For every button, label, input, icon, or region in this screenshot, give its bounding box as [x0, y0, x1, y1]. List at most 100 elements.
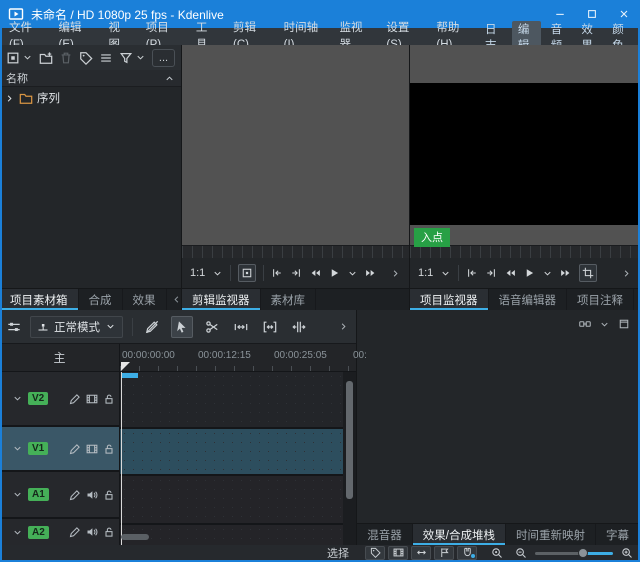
track-tag[interactable]: A2 — [28, 526, 49, 539]
toolbar-overflow-icon[interactable] — [338, 321, 349, 332]
monitor-zoom-level[interactable]: 1:1 — [190, 267, 205, 279]
timeline-tracks-area[interactable] — [120, 372, 356, 545]
lock-icon[interactable] — [103, 489, 115, 501]
bin-item-sequence[interactable]: 序列 — [0, 87, 181, 109]
chevron-down-icon[interactable] — [542, 268, 553, 279]
zone-crop-button[interactable] — [579, 264, 597, 282]
create-folder-button[interactable] — [39, 51, 53, 65]
chevron-down-icon[interactable] — [12, 393, 23, 404]
timeline-zone-indicator[interactable] — [122, 373, 138, 378]
track-tag[interactable]: A1 — [28, 488, 49, 501]
lock-icon[interactable] — [103, 526, 115, 538]
track-header-a2[interactable]: A2 — [0, 519, 119, 545]
bin-overflow-button[interactable]: ... — [152, 49, 175, 67]
track-header-a1[interactable]: A1 — [0, 472, 119, 519]
chevron-down-icon[interactable] — [599, 319, 610, 330]
tab-effects[interactable]: 效果 — [123, 289, 167, 310]
tab-speech-editor[interactable]: 语音编辑器 — [489, 289, 568, 310]
tab-time-remap[interactable]: 时间重新映射 — [506, 524, 596, 545]
chevron-down-icon[interactable] — [12, 443, 23, 454]
track-lane-v2[interactable] — [120, 372, 343, 427]
track-tag[interactable]: V1 — [28, 442, 48, 455]
chevron-down-icon[interactable] — [12, 527, 23, 538]
zoom-in-icon[interactable] — [621, 547, 633, 559]
fast-forward-icon[interactable] — [560, 267, 572, 279]
tab-scroll-left-icon[interactable] — [171, 294, 182, 305]
play-icon[interactable] — [328, 267, 340, 279]
filter-button[interactable] — [119, 51, 146, 65]
tab-project-bin[interactable]: 项目素材箱 — [0, 289, 79, 310]
effect-stack-empty-area[interactable] — [357, 338, 640, 523]
marker-comments-button[interactable] — [434, 546, 454, 560]
pencil-icon[interactable] — [69, 393, 81, 405]
play-icon[interactable] — [523, 267, 535, 279]
lock-icon[interactable] — [103, 393, 115, 405]
track-lane-a2[interactable] — [120, 525, 343, 545]
track-lane-v1[interactable] — [120, 429, 343, 474]
audio-thumbnails-button[interactable] — [411, 546, 431, 560]
spacer-tool-button[interactable] — [231, 317, 251, 337]
pencil-icon[interactable] — [69, 443, 81, 455]
tab-effect-stack[interactable]: 效果/合成堆栈 — [413, 524, 506, 545]
playhead-flag[interactable] — [121, 362, 130, 371]
slip-tool-button[interactable] — [260, 317, 280, 337]
project-monitor-screen[interactable]: 入点 — [410, 45, 640, 245]
set-out-point-icon[interactable] — [485, 267, 497, 279]
set-in-point-icon[interactable] — [466, 267, 478, 279]
expand-chevron-icon[interactable] — [4, 93, 15, 104]
snap-toggle-button[interactable] — [457, 546, 477, 560]
track-lane-a1[interactable] — [120, 476, 343, 523]
add-clip-button[interactable] — [6, 51, 33, 65]
track-header-v2[interactable]: V2 — [0, 372, 119, 427]
float-panel-icon[interactable] — [618, 318, 630, 330]
selection-tool-button[interactable] — [171, 316, 193, 338]
zoom-slider-thumb[interactable] — [578, 548, 588, 558]
zoom-out-icon[interactable] — [515, 547, 527, 559]
toolbar-overflow-icon[interactable] — [621, 268, 632, 279]
timeline-settings-icon[interactable] — [7, 320, 21, 334]
master-track-button[interactable]: 主 — [0, 344, 119, 372]
tab-audio-mixer[interactable]: 混音器 — [357, 524, 413, 545]
chevron-up-icon[interactable] — [164, 73, 175, 84]
show-markers-button[interactable] — [365, 546, 385, 560]
razor-tool-button[interactable] — [202, 317, 222, 337]
tab-media-browser[interactable]: 素材库 — [261, 289, 317, 310]
project-monitor-video[interactable] — [410, 83, 640, 225]
speaker-icon[interactable] — [86, 526, 98, 538]
tab-compositions[interactable]: 合成 — [79, 289, 123, 310]
tag-button[interactable] — [79, 51, 93, 65]
bin-column-header[interactable]: 名称 — [0, 70, 181, 87]
timeline-horizontal-scrollbar[interactable] — [121, 534, 149, 540]
mix-clips-button[interactable] — [142, 317, 162, 337]
delete-button[interactable] — [59, 51, 73, 65]
compare-effect-icon[interactable] — [579, 318, 591, 330]
chevron-down-icon[interactable] — [12, 489, 23, 500]
tab-project-monitor[interactable]: 项目监视器 — [410, 289, 489, 310]
timeline-ruler[interactable]: 00:00:00:00 00:00:12:15 00:00:25:05 00: — [120, 344, 356, 372]
video-thumbnails-button[interactable] — [388, 546, 408, 560]
lock-icon[interactable] — [103, 443, 115, 455]
toolbar-overflow-icon[interactable] — [390, 268, 401, 279]
clip-monitor-ruler[interactable] — [182, 245, 409, 258]
set-out-point-icon[interactable] — [290, 267, 302, 279]
edit-mode-dropdown[interactable]: 正常模式 — [30, 316, 123, 338]
pencil-icon[interactable] — [69, 526, 81, 538]
playhead-line[interactable] — [121, 372, 122, 545]
chevron-down-icon[interactable] — [440, 268, 451, 279]
timeline-zoom-slider[interactable] — [535, 548, 613, 558]
pencil-icon[interactable] — [69, 489, 81, 501]
filmstrip-icon[interactable] — [86, 393, 98, 405]
track-header-v1[interactable]: V1 — [0, 427, 119, 472]
tab-project-notes[interactable]: 项目注释 — [567, 289, 634, 310]
rewind-icon[interactable] — [309, 267, 321, 279]
timeline-vertical-scrollbar[interactable] — [346, 381, 353, 499]
tab-clip-monitor[interactable]: 剪辑监视器 — [182, 289, 261, 310]
multicam-tool-button[interactable] — [289, 317, 309, 337]
chevron-down-icon[interactable] — [347, 268, 358, 279]
clip-monitor-screen[interactable] — [182, 45, 409, 245]
set-in-point-icon[interactable] — [271, 267, 283, 279]
monitor-zoom-level[interactable]: 1:1 — [418, 267, 433, 279]
zoom-fit-icon[interactable] — [491, 547, 503, 559]
fast-forward-icon[interactable] — [365, 267, 377, 279]
tab-subtitles[interactable]: 字幕 — [596, 524, 640, 545]
